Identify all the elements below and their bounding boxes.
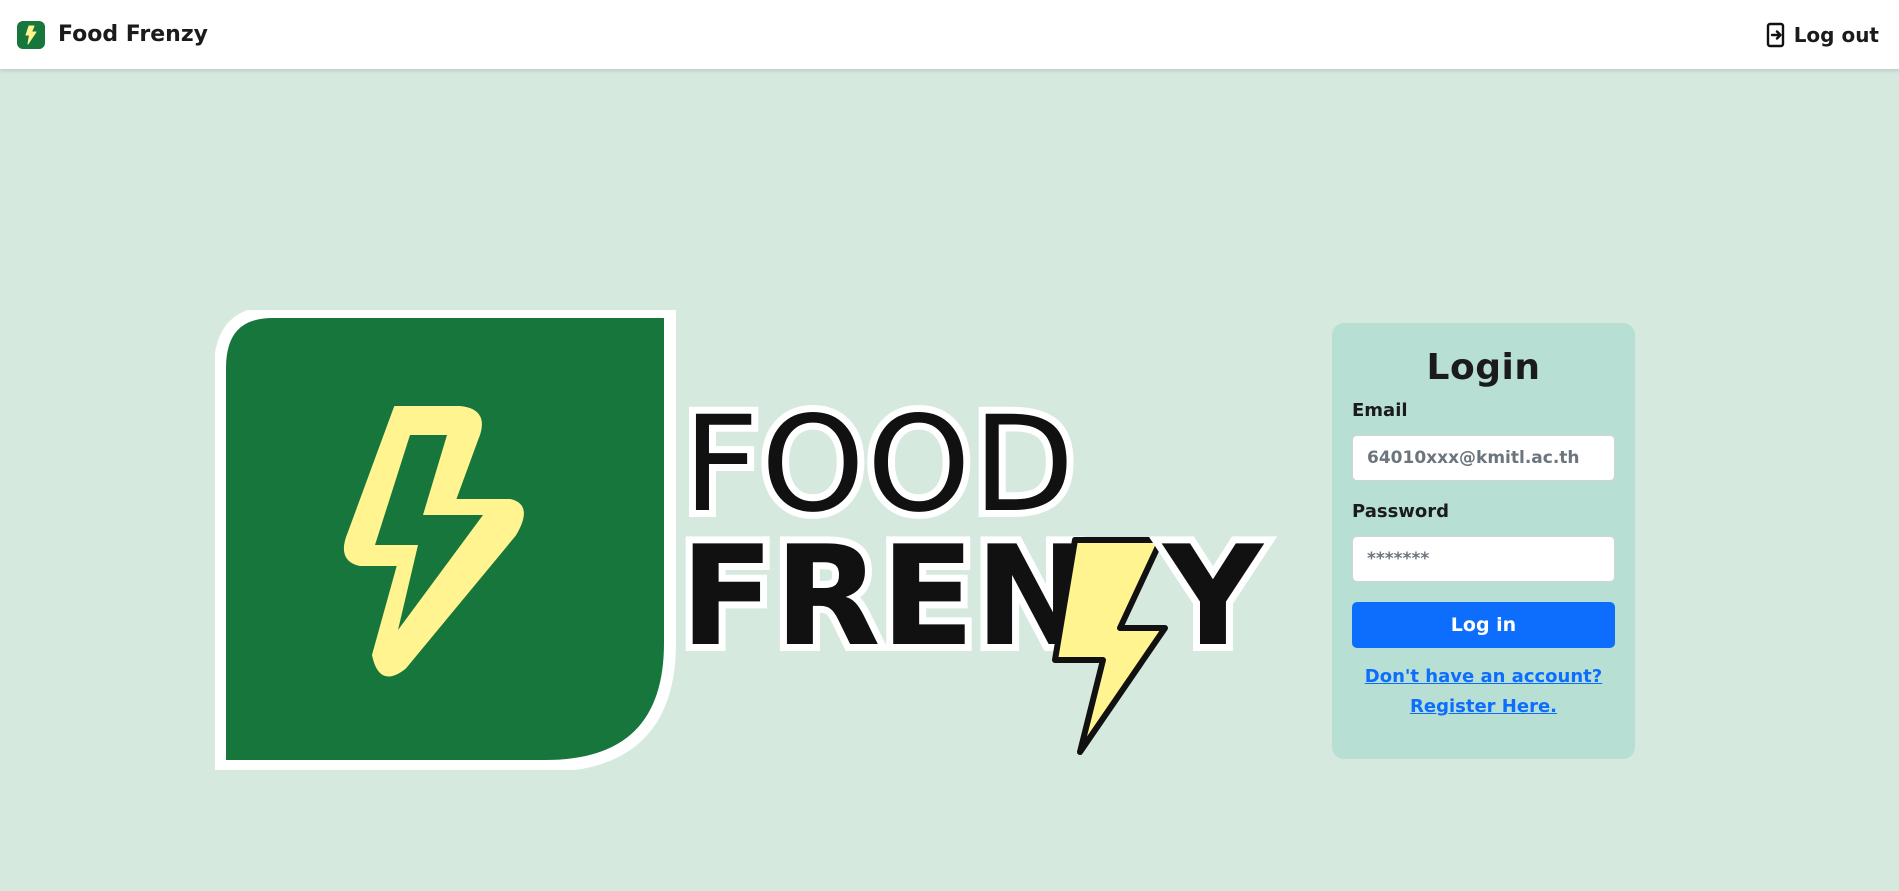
register-link[interactable]: Register Here. xyxy=(1352,692,1615,722)
logout-button[interactable]: Log out xyxy=(1766,22,1879,48)
z-bolt-icon xyxy=(1052,537,1168,755)
no-account-link[interactable]: Don't have an account? xyxy=(1352,662,1615,692)
brand-link[interactable]: Food Frenzy xyxy=(16,20,208,50)
brand-name: Food Frenzy xyxy=(58,22,208,47)
lightning-bolt-icon xyxy=(17,20,45,49)
register-links: Don't have an account? Register Here. xyxy=(1352,662,1615,722)
email-field[interactable] xyxy=(1352,435,1615,481)
login-card: Login Email Password Log in Don't have a… xyxy=(1332,323,1635,759)
navbar: Food Frenzy Log out xyxy=(0,0,1899,69)
password-field[interactable] xyxy=(1352,536,1615,582)
login-button[interactable]: Log in xyxy=(1352,602,1615,648)
password-label: Password xyxy=(1352,501,1450,522)
logout-label: Log out xyxy=(1793,22,1879,47)
logout-door-icon xyxy=(1766,22,1784,47)
login-title: Login xyxy=(1426,347,1541,388)
email-label: Email xyxy=(1352,400,1408,421)
logo-text-y: Y xyxy=(1161,516,1265,677)
food-frenzy-logo: FOOD FREN Y xyxy=(215,310,1272,770)
logo-text-fren: FREN xyxy=(680,516,1090,677)
hero-logo: FOOD FREN Y xyxy=(215,310,1295,770)
